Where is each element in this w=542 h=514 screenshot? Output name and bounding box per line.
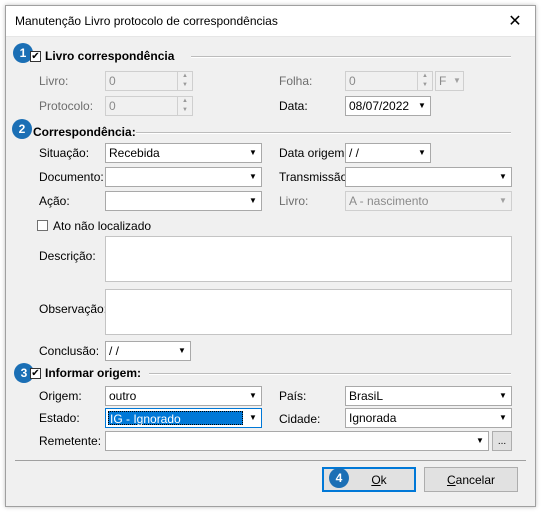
chevron-down-icon[interactable]: ▼ — [472, 432, 488, 450]
conclusao-label: Conclusão: — [39, 344, 100, 358]
pais-select[interactable]: BrasiL ▼ — [345, 386, 512, 406]
remetente-browse-button[interactable]: ... — [492, 431, 512, 451]
data-origem-label: Data origem: — [279, 146, 348, 160]
conclusao-date-picker[interactable]: / / ▼ — [105, 341, 191, 361]
chevron-down-icon[interactable]: ▼ — [495, 387, 511, 405]
acao-label: Ação: — [39, 194, 70, 208]
window-title: Manutenção Livro protocolo de correspond… — [15, 14, 278, 28]
origem-label: Origem: — [39, 389, 82, 403]
livro-stepper-arrows[interactable]: ▲ ▼ — [177, 72, 192, 90]
descricao-label: Descrição: — [39, 249, 96, 263]
remetente-label: Remetente: — [39, 434, 102, 448]
ok-mnemonic: O — [371, 472, 381, 487]
documento-label: Documento: — [39, 170, 104, 184]
protocolo-stepper[interactable]: 0 ▲ ▼ — [105, 96, 193, 116]
ato-nao-localizado-label[interactable]: Ato não localizado — [53, 219, 151, 233]
acao-select[interactable]: ▼ — [105, 191, 262, 211]
pais-value: BrasiL — [349, 389, 384, 403]
cancel-button[interactable]: Cancelar — [424, 467, 518, 492]
chevron-down-icon: ▼ — [453, 76, 461, 85]
livro-tipo-select[interactable]: A - nascimento ▼ — [345, 191, 512, 211]
livro-correspondencia-title: Livro correspondência — [45, 49, 175, 63]
chevron-down-icon[interactable]: ▼ — [414, 97, 430, 115]
livro-correspondencia-checkbox[interactable]: ✔ — [30, 51, 41, 62]
cidade-select[interactable]: Ignorada ▼ — [345, 408, 512, 428]
livro-tipo-label: Livro: — [279, 194, 309, 208]
folha-side-value: F — [439, 74, 447, 88]
cancel-label-rest: ancelar — [455, 472, 496, 487]
protocolo-value: 0 — [109, 99, 116, 113]
pais-label: País: — [279, 389, 307, 403]
data-value: 08/07/2022 — [349, 99, 410, 113]
informar-origem-checkbox[interactable]: ✔ — [30, 368, 41, 379]
chevron-down-icon[interactable]: ▼ — [245, 192, 261, 210]
origem-value: outro — [109, 389, 137, 403]
descricao-textarea[interactable] — [105, 236, 512, 282]
chevron-down-icon[interactable]: ▼ — [174, 342, 190, 360]
ato-nao-localizado-checkbox[interactable] — [37, 220, 48, 231]
step-badge-4: 4 — [329, 468, 349, 488]
livro-tipo-value: A - nascimento — [349, 194, 429, 208]
step-badge-2: 2 — [12, 119, 32, 139]
chevron-down-icon: ▼ — [499, 196, 507, 205]
correspondencia-title: Correspondência: — [33, 125, 136, 139]
section-divider — [191, 56, 511, 58]
section-divider — [136, 132, 511, 134]
conclusao-value: / / — [109, 344, 120, 358]
data-origem-date-picker[interactable]: / / ▼ — [345, 143, 431, 163]
situacao-label: Situação: — [39, 146, 90, 160]
title-bar: Manutenção Livro protocolo de correspond… — [6, 6, 535, 37]
chevron-down-icon[interactable]: ▼ — [245, 387, 261, 405]
close-icon[interactable]: ✕ — [495, 6, 535, 36]
protocolo-stepper-arrows[interactable]: ▲ ▼ — [177, 97, 192, 115]
situacao-value: Recebida — [109, 146, 160, 160]
chevron-down-icon[interactable]: ▼ — [495, 168, 511, 186]
chevron-down-icon[interactable]: ▼ — [245, 409, 261, 427]
footer-divider — [15, 460, 526, 461]
documento-select[interactable]: ▼ — [105, 167, 262, 187]
livro-label: Livro: — [39, 74, 69, 88]
remetente-select[interactable]: ▼ — [105, 431, 489, 451]
folha-stepper-arrows[interactable]: ▲ ▼ — [417, 72, 432, 90]
folha-value: 0 — [349, 74, 356, 88]
origem-select[interactable]: outro ▼ — [105, 386, 262, 406]
observacao-label: Observação: — [39, 302, 108, 316]
estado-label: Estado: — [39, 411, 80, 425]
situacao-select[interactable]: Recebida ▼ — [105, 143, 262, 163]
protocolo-label: Protocolo: — [39, 99, 94, 113]
chevron-down-icon[interactable]: ▼ — [245, 144, 261, 162]
livro-value: 0 — [109, 74, 116, 88]
chevron-down-icon[interactable]: ▼ — [245, 168, 261, 186]
folha-side-select[interactable]: F ▼ — [435, 71, 464, 91]
cancel-mnemonic: C — [446, 472, 456, 487]
cidade-label: Cidade: — [279, 412, 321, 426]
chevron-down-icon[interactable]: ▼ — [414, 144, 430, 162]
chevron-down-icon[interactable]: ▼ — [495, 409, 511, 427]
folha-label: Folha: — [279, 74, 313, 88]
cidade-value: Ignorada — [349, 411, 397, 425]
informar-origem-title: Informar origem: — [45, 366, 142, 380]
transmissao-select[interactable]: ▼ — [345, 167, 512, 187]
livro-stepper[interactable]: 0 ▲ ▼ — [105, 71, 193, 91]
data-origem-value: / / — [349, 146, 360, 160]
section-divider — [149, 373, 511, 375]
estado-value: IG - Ignorado — [108, 411, 243, 426]
observacao-textarea[interactable] — [105, 289, 512, 335]
dialog-window: Manutenção Livro protocolo de correspond… — [5, 5, 536, 507]
data-label: Data: — [279, 99, 308, 113]
folha-stepper[interactable]: 0 ▲ ▼ — [345, 71, 433, 91]
ok-label-rest: k — [380, 472, 387, 487]
estado-select[interactable]: IG - Ignorado ▼ — [105, 408, 262, 428]
transmissao-label: Transmissão: — [279, 170, 351, 184]
data-date-picker[interactable]: 08/07/2022 ▼ — [345, 96, 431, 116]
